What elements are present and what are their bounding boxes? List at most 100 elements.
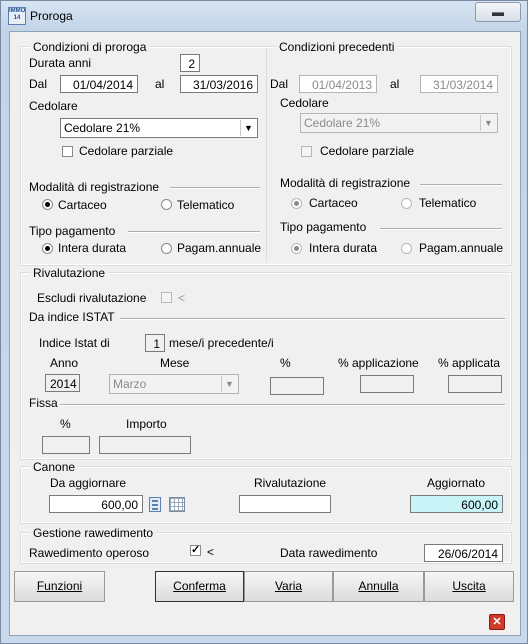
canone-title: Canone — [30, 460, 79, 474]
window-title: Proroga — [30, 9, 73, 23]
prev-cartaceo-radio — [291, 198, 302, 209]
mese-select-value: Marzo — [113, 377, 147, 391]
telematico-label: Telematico — [177, 198, 235, 212]
perc-applicata-field — [448, 375, 502, 393]
prev-tipo-pagamento-separator — [380, 228, 502, 230]
rawedimento-operoso-mark: < — [207, 545, 215, 559]
rawedimento-operoso-label: Rawedimento operoso — [29, 546, 150, 560]
mese-select: Marzo ▼ — [109, 374, 239, 394]
prev-tipo-pagamento-label: Tipo pagamento — [280, 220, 367, 234]
prev-al-date-field: 31/03/2014 — [420, 75, 498, 93]
rawedimento-title: Gestione rawedimento — [30, 526, 157, 540]
chevron-down-icon[interactable]: ▼ — [240, 120, 256, 136]
prev-modalita-label: Modalità di registrazione — [280, 176, 411, 190]
rawedimento-operoso-checkbox[interactable]: ✓ — [190, 545, 201, 556]
prev-al-label: al — [390, 77, 400, 91]
varia-label: Varia — [274, 579, 303, 593]
cedolare-parziale-checkbox[interactable] — [62, 146, 73, 157]
varia-button[interactable]: Varia — [244, 571, 333, 602]
pagam-annuale-radio[interactable] — [161, 243, 172, 254]
close-icon[interactable]: ✕ — [489, 614, 505, 630]
durata-anni-field[interactable]: 2 — [180, 54, 200, 72]
dialog-window: IMMO 14 Proroga ▬ Condizioni di proroga … — [0, 0, 528, 644]
da-aggiornare-label: Da aggiornare — [50, 476, 127, 490]
prev-telematico-radio — [401, 198, 412, 209]
anno-field[interactable]: 2014 — [45, 374, 80, 392]
rivalutazione-title: Rivalutazione — [30, 266, 109, 280]
dal-label: Dal — [29, 77, 48, 91]
modalita-label: Modalità di registrazione — [29, 180, 160, 194]
cedolare-label: Cedolare — [29, 99, 78, 113]
data-rawedimento-label: Data rawedimento — [280, 546, 378, 560]
fissa-separator — [60, 404, 505, 406]
condizioni-divider — [266, 48, 267, 262]
col-mese-header: Mese — [160, 356, 190, 370]
escludi-rivalutazione-mark: < — [178, 291, 186, 305]
pagam-annuale-label: Pagam.annuale — [177, 241, 262, 255]
prev-cedolare-parziale-checkbox — [301, 146, 312, 157]
intera-durata-radio[interactable] — [42, 243, 53, 254]
uscita-button[interactable]: Uscita — [424, 571, 514, 602]
col-perc-applicazione-header: % applicazione — [338, 356, 419, 370]
fissa-importo-field — [99, 436, 191, 454]
minimize-icon: ▬ — [492, 5, 504, 19]
perc-applicazione-field — [360, 375, 414, 393]
indice-istat-label: Indice Istat di — [39, 336, 110, 350]
prev-cedolare-select-value: Cedolare 21% — [304, 116, 381, 130]
prev-dal-label: Dal — [270, 77, 289, 91]
da-indice-separator — [120, 318, 505, 320]
cartaceo-label: Cartaceo — [58, 198, 107, 212]
conferma-label: Conferma — [173, 579, 226, 593]
col-perc-header: % — [280, 356, 291, 370]
prev-cedolare-parziale-label: Cedolare parziale — [320, 144, 415, 158]
fissa-col-importo-header: Importo — [126, 417, 167, 431]
al-date-field[interactable]: 31/03/2016 — [180, 75, 258, 93]
condizioni-proroga-title: Condizioni di proroga — [30, 40, 150, 54]
perc-field — [270, 377, 324, 395]
cartaceo-radio[interactable] — [42, 199, 53, 210]
dialog-body: Condizioni di proroga Durata anni 2 Dal … — [9, 31, 521, 636]
aggiornato-label: Aggiornato — [427, 476, 486, 490]
funzioni-label: Funzioni — [36, 579, 83, 593]
condizioni-precedenti-title: Condizioni precedenti — [276, 40, 398, 54]
da-indice-istat-label: Da indice ISTAT — [29, 310, 115, 324]
fissa-label: Fissa — [29, 396, 58, 410]
telematico-radio[interactable] — [161, 199, 172, 210]
annulla-label: Annulla — [358, 579, 399, 593]
da-aggiornare-field[interactable]: 600,00 — [49, 495, 143, 513]
escludi-rivalutazione-label: Escludi rivalutazione — [37, 291, 147, 305]
col-perc-applicata-header: % applicata — [438, 356, 501, 370]
fissa-perc-field — [42, 436, 90, 454]
fissa-col-perc-header: % — [60, 417, 71, 431]
cedolare-select[interactable]: Cedolare 21% ▼ — [60, 118, 258, 138]
prev-telematico-label: Telematico — [419, 196, 477, 210]
aggiornato-field: 600,00 — [410, 495, 503, 513]
minimize-button[interactable]: ▬ — [475, 2, 521, 22]
rivalutazione-canone-field[interactable] — [239, 495, 331, 513]
mesi-precedenti-label: mese/i precedente/i — [169, 336, 274, 350]
data-rawedimento-field[interactable]: 26/06/2014 — [424, 544, 503, 562]
app-icon: IMMO 14 — [8, 7, 26, 25]
funzioni-button[interactable]: Funzioni — [14, 571, 105, 602]
conferma-button[interactable]: Conferma — [155, 571, 244, 602]
prev-intera-durata-radio — [291, 243, 302, 254]
tipo-pagamento-label: Tipo pagamento — [29, 224, 116, 238]
escludi-rivalutazione-checkbox[interactable] — [161, 292, 172, 303]
intera-durata-label: Intera durata — [58, 241, 127, 255]
calculator-icon[interactable] — [149, 497, 161, 512]
dal-date-field[interactable]: 01/04/2014 — [60, 75, 138, 93]
rivalutazione-canone-label: Rivalutazione — [254, 476, 327, 490]
prev-modalita-separator — [420, 184, 502, 186]
prev-cedolare-select: Cedolare 21% ▼ — [300, 113, 498, 133]
cedolare-parziale-label: Cedolare parziale — [79, 144, 174, 158]
prev-pagam-annuale-label: Pagam.annuale — [419, 241, 504, 255]
calendar-icon[interactable] — [169, 497, 185, 512]
chevron-down-icon: ▼ — [480, 115, 496, 131]
uscita-label: Uscita — [452, 579, 486, 593]
indice-istat-field[interactable]: 1 — [145, 334, 165, 352]
prev-dal-date-field: 01/04/2013 — [299, 75, 377, 93]
annulla-button[interactable]: Annulla — [333, 571, 424, 602]
prev-intera-durata-label: Intera durata — [309, 241, 378, 255]
title-bar[interactable]: IMMO 14 Proroga ▬ — [1, 1, 527, 31]
durata-anni-label: Durata anni — [29, 56, 92, 70]
